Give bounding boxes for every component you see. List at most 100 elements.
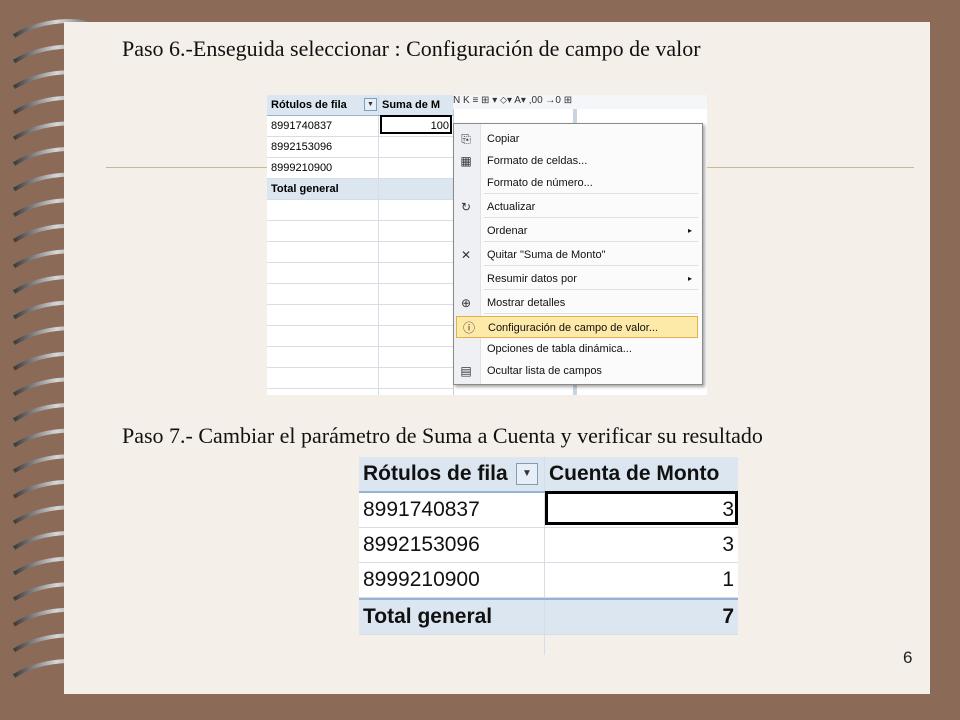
menu-item-label: Resumir datos por <box>487 273 577 285</box>
submenu-arrow-icon: ▸ <box>687 226 692 235</box>
empty-cell[interactable] <box>379 221 453 241</box>
menu-item-3[interactable]: Formato de número... <box>454 172 700 194</box>
show-details-icon: ⊕ <box>460 296 472 310</box>
empty-cell[interactable] <box>379 200 453 220</box>
value-field-settings-icon: ⓘ <box>462 321 475 335</box>
selected-cell <box>380 115 452 134</box>
menu-item-label: Actualizar <box>487 201 536 213</box>
empty-cell[interactable] <box>267 389 379 395</box>
pivot-table-count: Rótulos de fila Cuenta de Monto ▼ 899174… <box>359 457 738 655</box>
menu-item-9[interactable]: ⓘ Configuración de campo de valor... <box>456 316 698 338</box>
format-cells-icon: ▦ <box>460 154 472 168</box>
copy-icon: ⎘ <box>461 132 471 146</box>
row-label[interactable]: 8992153096 <box>267 137 379 157</box>
row-value[interactable] <box>379 158 453 178</box>
empty-row <box>267 284 453 305</box>
empty-row <box>267 305 453 326</box>
row-label[interactable]: 8991740837 <box>359 493 545 527</box>
menu-item-11[interactable]: ▤ Ocultar lista de campos <box>454 360 700 382</box>
menu-item-5[interactable]: Ordenar ▸ <box>454 220 700 242</box>
row-label[interactable]: 8992153096 <box>359 528 545 562</box>
empty-cell[interactable] <box>267 347 379 367</box>
menu-item-label: Opciones de tabla dinámica... <box>487 343 632 355</box>
empty-row <box>267 347 453 368</box>
refresh-icon: ↻ <box>460 200 472 214</box>
total-label[interactable]: Total general <box>359 600 545 634</box>
row-labels-filter-dropdown[interactable]: ▼ <box>364 98 377 111</box>
empty-row <box>267 221 453 242</box>
empty-cell[interactable] <box>545 635 738 655</box>
sum-amount-header[interactable]: Suma de M <box>379 95 453 115</box>
menu-item-label: Ocultar lista de campos <box>487 365 602 377</box>
total-value[interactable] <box>379 179 453 199</box>
empty-cell[interactable] <box>379 389 453 395</box>
row-label[interactable]: 8999210900 <box>267 158 379 178</box>
empty-cell[interactable] <box>267 326 379 346</box>
page-number: 6 <box>903 648 913 667</box>
field-list-icon: ▤ <box>460 364 472 378</box>
menu-item-label: Formato de número... <box>487 177 593 189</box>
empty-cell[interactable] <box>379 368 453 388</box>
table-row: 8992153096 <box>267 137 453 158</box>
empty-row <box>359 635 738 655</box>
empty-row <box>267 263 453 284</box>
menu-item-label: Mostrar detalles <box>487 297 566 309</box>
mini-toolbar[interactable]: N K ≡ ⊞ ▾ ⬦▾ A▾ ,00 →0 ⊞ <box>453 95 707 109</box>
menu-item-10[interactable]: Opciones de tabla dinámica... <box>454 338 700 360</box>
row-label[interactable]: 8991740837 <box>267 116 379 136</box>
empty-cell[interactable] <box>379 347 453 367</box>
row-labels-header[interactable]: Rótulos de fila <box>267 95 379 115</box>
empty-cell[interactable] <box>267 368 379 388</box>
menu-item-label: Quitar "Suma de Monto" <box>487 249 606 261</box>
menu-item-7[interactable]: Resumir datos por ▸ <box>454 268 700 290</box>
submenu-arrow-icon: ▸ <box>687 274 692 283</box>
empty-cell[interactable] <box>379 326 453 346</box>
step6-title: Paso 6.-Enseguida seleccionar : Configur… <box>122 36 701 61</box>
empty-row <box>267 326 453 347</box>
pivot-header-row: Rótulos de fila Suma de M ▼ <box>267 95 453 116</box>
excel-screenshot-context-menu: Rótulos de fila Suma de M ▼ 8991740837 1… <box>267 95 707 395</box>
remove-icon: ✕ <box>460 248 472 262</box>
menu-item-6[interactable]: ✕ Quitar "Suma de Monto" <box>454 244 700 266</box>
menu-item-label: Formato de celdas... <box>487 155 588 167</box>
menu-item-1[interactable]: ⎘ Copiar <box>454 128 700 150</box>
total-label[interactable]: Total general <box>267 179 379 199</box>
empty-cell[interactable] <box>267 284 379 304</box>
menu-item-4[interactable]: ↻ Actualizar <box>454 196 700 218</box>
empty-cell[interactable] <box>267 263 379 283</box>
row-labels-filter-dropdown[interactable]: ▼ <box>516 463 538 485</box>
empty-cell[interactable] <box>379 305 453 325</box>
empty-cell[interactable] <box>379 242 453 262</box>
menu-item-label: Configuración de campo de valor... <box>488 322 658 334</box>
empty-row <box>267 389 453 395</box>
menu-item-8[interactable]: ⊕ Mostrar detalles <box>454 292 700 314</box>
count-amount-header[interactable]: Cuenta de Monto <box>545 457 738 491</box>
empty-cell[interactable] <box>359 635 545 655</box>
empty-row <box>267 242 453 263</box>
step7-title: Paso 7.- Cambiar el parámetro de Suma a … <box>122 423 763 448</box>
total-row: Total general 7 <box>359 598 738 635</box>
row-value[interactable]: 1 <box>545 563 738 597</box>
empty-row <box>267 368 453 389</box>
row-label[interactable]: 8999210900 <box>359 563 545 597</box>
menu-item-2[interactable]: ▦ Formato de celdas... <box>454 150 700 172</box>
empty-cell[interactable] <box>267 305 379 325</box>
context-menu: ⎘ Copiar ▦ Formato de celdas... Formato de n… <box>453 123 703 385</box>
menu-item-label: Copiar <box>487 133 520 145</box>
total-row: Total general <box>267 179 453 200</box>
pivot-table-sum: Rótulos de fila Suma de M ▼ 8991740837 1… <box>267 95 453 395</box>
table-row: 8992153096 3 <box>359 528 738 563</box>
total-value[interactable]: 7 <box>545 600 738 634</box>
table-row: 8999210900 1 <box>359 563 738 598</box>
menu-item-label: Ordenar <box>487 225 528 237</box>
empty-cell[interactable] <box>267 200 379 220</box>
empty-row <box>267 200 453 221</box>
table-row: 8999210900 <box>267 158 453 179</box>
empty-cell[interactable] <box>267 221 379 241</box>
row-value[interactable] <box>379 137 453 157</box>
empty-cell[interactable] <box>379 284 453 304</box>
row-value[interactable]: 3 <box>545 528 738 562</box>
empty-cell[interactable] <box>379 263 453 283</box>
empty-cell[interactable] <box>267 242 379 262</box>
pivot-header-row: Rótulos de fila Cuenta de Monto ▼ <box>359 457 738 493</box>
